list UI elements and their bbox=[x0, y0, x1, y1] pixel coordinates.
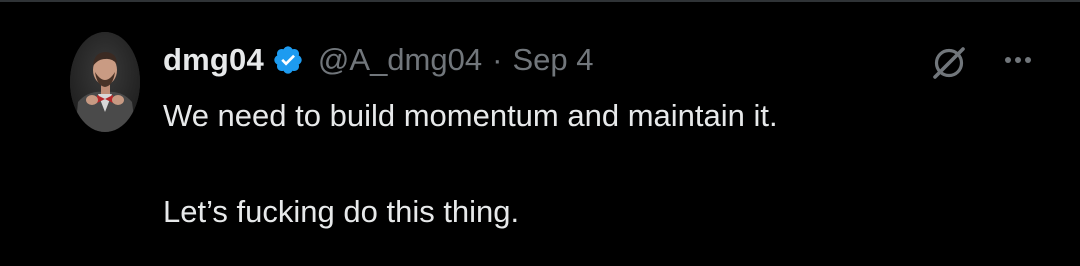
author-handle[interactable]: @A_dmg04 bbox=[318, 42, 482, 78]
tweet-header: dmg04 @A_dmg04 · Sep 4 bbox=[163, 38, 593, 82]
grok-icon[interactable] bbox=[928, 42, 970, 84]
tweet[interactable]: dmg04 @A_dmg04 · Sep 4 We need to build … bbox=[0, 2, 1080, 266]
separator-dot: · bbox=[492, 42, 503, 77]
tweet-text-line: Let’s fucking do this thing. bbox=[163, 194, 520, 229]
author-display-name[interactable]: dmg04 bbox=[163, 42, 264, 78]
tweet-text-line: We need to build momentum and maintain i… bbox=[163, 98, 778, 133]
avatar-photo bbox=[70, 32, 140, 132]
tweet-text: We need to build momentum and maintain i… bbox=[163, 92, 1023, 236]
more-options-icon[interactable] bbox=[1000, 48, 1036, 72]
avatar[interactable] bbox=[70, 32, 140, 132]
verified-badge-icon[interactable] bbox=[272, 44, 304, 76]
tweet-date[interactable]: Sep 4 bbox=[512, 42, 593, 78]
